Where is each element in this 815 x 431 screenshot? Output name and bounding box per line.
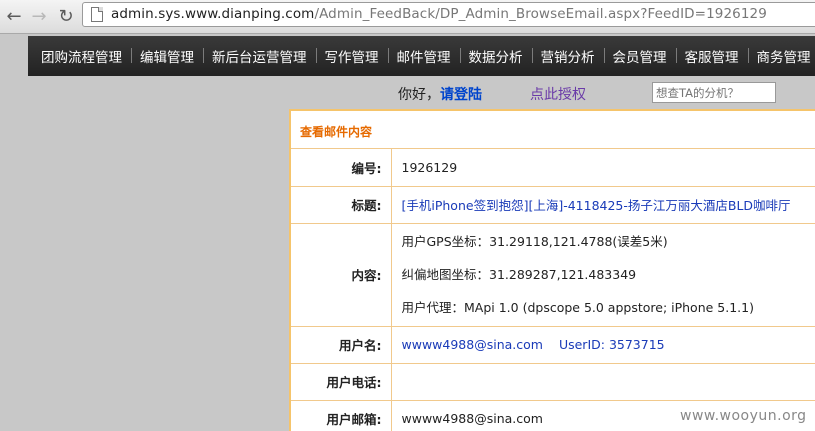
subject-link[interactable]: [手机iPhone签到抱怨][上海]-4118425-扬子江万丽大酒店BLD咖啡… — [391, 186, 815, 224]
extension-search-input[interactable] — [652, 82, 776, 103]
watermark: www.wooyun.org — [680, 408, 807, 424]
number-value: 1926129 — [391, 149, 815, 187]
authorize-link[interactable]: 点此授权 — [530, 84, 586, 104]
menu-item-new-ops[interactable]: 新后台运营管理 — [203, 46, 316, 66]
reload-icon[interactable]: ↻ — [55, 5, 77, 27]
menu-item-support[interactable]: 客服管理 — [675, 46, 748, 66]
mail-detail-table: 编号: 1926129 标题: [手机iPhone签到抱怨][上海]-41184… — [291, 149, 815, 431]
menu-item-members[interactable]: 会员管理 — [603, 46, 676, 66]
number-label: 编号: — [291, 149, 392, 187]
userid-link[interactable]: UserID: 3573715 — [559, 337, 665, 352]
address-bar[interactable]: admin.sys.www.dianping.com/Admin_FeedBac… — [82, 2, 815, 27]
corrected-coordinates: 纠偏地图坐标：31.289287,121.483349 — [401, 267, 637, 282]
table-row: 编号: 1926129 — [291, 149, 815, 187]
login-link[interactable]: 请登陆 — [440, 87, 482, 103]
url-host: admin.sys.www.dianping.com — [111, 6, 315, 22]
content-value: 用户GPS坐标：31.29118,121.4788(误差5米) 纠偏地图坐标：3… — [391, 223, 815, 327]
greeting-text: 你好，请登陆 — [398, 84, 482, 104]
table-row: 内容: 用户GPS坐标：31.29118,121.4788(误差5米) 纠偏地图… — [291, 223, 815, 327]
menu-item-writing[interactable]: 写作管理 — [315, 46, 388, 66]
browser-toolbar: ← → ↻ admin.sys.www.dianping.com/Admin_F… — [0, 0, 815, 34]
menu-item-mail[interactable]: 邮件管理 — [387, 46, 460, 66]
phone-label: 用户电话: — [291, 363, 392, 401]
table-row: 用户电话: — [291, 363, 815, 401]
hello-text: 你好， — [398, 87, 440, 103]
subject-label: 标题: — [291, 186, 392, 224]
menu-item-data-analysis[interactable]: 数据分析 — [459, 46, 532, 66]
menu-item-groupbuy[interactable]: 团购流程管理 — [28, 46, 131, 66]
panel-title: 查看邮件内容 — [291, 111, 815, 149]
table-row: 标题: [手机iPhone签到抱怨][上海]-4118425-扬子江万丽大酒店B… — [291, 186, 815, 224]
page-icon — [91, 7, 103, 22]
username-label: 用户名: — [291, 326, 392, 364]
forward-arrow-icon[interactable]: → — [28, 5, 50, 27]
gps-coordinates: 用户GPS坐标：31.29118,121.4788(误差5米) — [401, 234, 668, 249]
menu-item-editor[interactable]: 编辑管理 — [131, 46, 203, 66]
url-text[interactable]: admin.sys.www.dianping.com/Admin_FeedBac… — [111, 6, 767, 22]
email-label: 用户邮箱: — [291, 400, 392, 431]
menu-item-business[interactable]: 商务管理 — [747, 46, 815, 66]
username-email-link[interactable]: wwww4988@sina.com — [402, 337, 543, 352]
username-value: wwww4988@sina.com UserID: 3573715 — [391, 326, 815, 364]
url-path: /Admin_FeedBack/DP_Admin_BrowseEmail.asp… — [314, 6, 767, 22]
table-row: 用户名: wwww4988@sina.com UserID: 3573715 — [291, 326, 815, 364]
back-arrow-icon[interactable]: ← — [3, 5, 25, 27]
content-label: 内容: — [291, 223, 392, 327]
phone-value — [391, 363, 815, 401]
menu-item-marketing[interactable]: 营销分析 — [531, 46, 604, 66]
main-menu: 团购流程管理 编辑管理 新后台运营管理 写作管理 邮件管理 数据分析 营销分析 … — [28, 36, 815, 76]
user-agent: 用户代理：MApi 1.0 (dpscope 5.0 appstore; iPh… — [401, 300, 754, 315]
mail-detail-panel: 查看邮件内容 编号: 1926129 标题: [手机iPhone签到抱怨][上海… — [289, 109, 815, 431]
